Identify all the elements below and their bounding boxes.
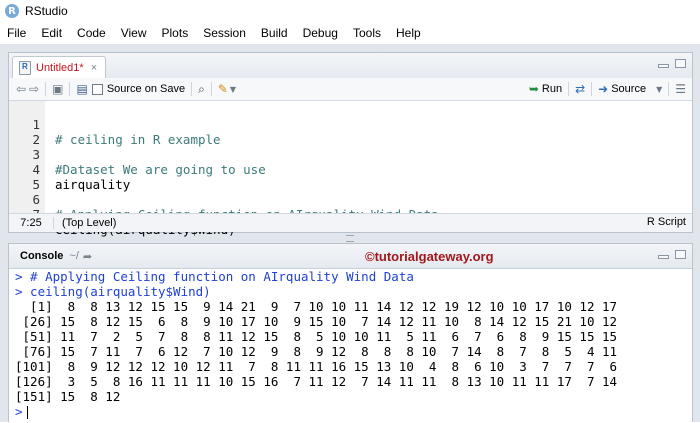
menu-tools[interactable]: Tools — [346, 26, 389, 40]
code-text: #Dataset We are going to use — [55, 162, 266, 177]
forward-arrow-icon[interactable]: ⇨ — [29, 82, 39, 96]
tab-untitled1[interactable]: Untitled1* × — [12, 56, 107, 79]
console-input-line[interactable]: > — [15, 404, 28, 419]
console-output-line: [1] 8 8 13 12 15 15 9 14 21 9 7 10 10 11… — [15, 299, 618, 314]
console-header: Console ~/ ➦ ©tutorialgateway.org — [9, 244, 692, 269]
minimize-pane-icon[interactable] — [658, 64, 669, 68]
source-status-bar: 7:25 (Top Level) R Script — [9, 213, 692, 232]
source-button[interactable]: Source — [611, 83, 646, 95]
code-text: # ceiling in R example — [55, 132, 221, 147]
scope-selector[interactable]: (Top Level) — [54, 217, 116, 229]
search-icon[interactable]: ⌕ — [198, 82, 205, 97]
code-line: 3 #Dataset We are going to use — [9, 132, 265, 177]
working-directory: ~/ — [69, 250, 79, 262]
run-button[interactable]: Run — [542, 83, 562, 95]
toolbar-separator — [45, 82, 47, 96]
rerun-icon[interactable]: ⇄ — [575, 82, 585, 96]
source-arrow-icon: ➜ — [598, 82, 609, 96]
console-output[interactable]: > # Applying Ceiling function on AIrqual… — [9, 269, 692, 423]
console-prompt: > — [15, 404, 23, 419]
menu-bar: File Edit Code View Plots Session Build … — [0, 22, 700, 44]
chevron-down-icon[interactable]: ▼ — [656, 85, 662, 94]
toolbar-right-group: ➥ Run ⇄ ➜ Source ▼ ☰ — [529, 81, 686, 97]
title-bar: R RStudio — [0, 0, 700, 22]
window-title: RStudio — [25, 4, 68, 18]
console-output-line: [126] 3 5 8 16 11 11 11 10 15 16 7 11 12… — [15, 374, 618, 389]
toolbar-separator — [668, 82, 670, 96]
console-output-line: [76] 15 7 11 7 6 12 7 10 12 9 8 9 12 8 8… — [15, 344, 618, 359]
console-command: # Applying Ceiling function on AIrqualit… — [22, 269, 414, 284]
code-line: 2 — [9, 117, 69, 147]
show-in-window-icon[interactable]: ▣ — [52, 82, 63, 96]
toolbar-separator — [591, 82, 593, 96]
pane-window-controls — [658, 250, 686, 259]
console-pane: Console ~/ ➦ ©tutorialgateway.org > # Ap… — [8, 243, 693, 422]
menu-session[interactable]: Session — [196, 26, 254, 40]
maximize-pane-icon[interactable] — [675, 250, 686, 259]
watermark-text: ©tutorialgateway.org — [365, 249, 494, 264]
menu-debug[interactable]: Debug — [296, 26, 346, 40]
toolbar-separator — [568, 82, 570, 96]
code-line: 7 ceiling(airquality$Wind) — [9, 192, 235, 237]
pane-splitter-handle[interactable] — [346, 235, 354, 242]
menu-help[interactable]: Help — [389, 26, 429, 40]
r-file-icon — [19, 61, 31, 75]
code-line: 6 # Applying Ceiling function on AIrqual… — [9, 177, 438, 222]
source-toolbar: ⇦ ⇨ ▣ ▤ Source on Save ⌕ ✎ ▼ ➥ Run ⇄ ➜ S… — [9, 78, 692, 101]
close-icon[interactable]: × — [91, 62, 97, 74]
magic-wand-icon[interactable]: ✎ — [218, 82, 228, 96]
console-prompt: > — [15, 269, 23, 284]
toolbar-separator — [191, 82, 193, 96]
menu-edit[interactable]: Edit — [34, 26, 70, 40]
console-command: ceiling(airquality$Wind) — [22, 284, 211, 299]
outline-icon[interactable]: ☰ — [675, 82, 686, 96]
console-output-line: [101] 8 9 12 12 12 10 12 11 7 8 11 11 16… — [15, 359, 618, 374]
console-title[interactable]: Console — [20, 250, 63, 262]
rstudio-logo-icon: R — [5, 4, 19, 18]
text-caret — [26, 406, 28, 419]
go-to-directory-icon[interactable]: ➦ — [83, 250, 92, 263]
code-line: 5 — [9, 162, 69, 192]
chevron-down-icon[interactable]: ▼ — [230, 85, 236, 94]
toolbar-separator — [210, 82, 212, 96]
toolbar-separator — [69, 82, 71, 96]
save-icon[interactable]: ▤ — [76, 82, 87, 96]
code-line: 4 airquality — [9, 147, 130, 192]
console-prompt: > — [15, 284, 23, 299]
source-tabstrip: Untitled1* × — [9, 53, 692, 79]
maximize-pane-icon[interactable] — [675, 59, 686, 68]
cursor-position: 7:25 — [9, 217, 54, 229]
source-on-save-label: Source on Save — [106, 83, 186, 95]
menu-view[interactable]: View — [114, 26, 155, 40]
pane-window-controls — [658, 59, 686, 68]
tab-label: Untitled1* — [36, 62, 84, 74]
console-line: > ceiling(airquality$Wind) — [15, 284, 211, 299]
console-output-line: [26] 15 8 12 15 6 8 9 10 17 10 9 15 10 7… — [15, 314, 618, 329]
file-type-selector[interactable]: R Script — [647, 216, 686, 228]
console-output-line: [51] 11 7 2 5 7 8 8 11 12 15 8 5 10 10 1… — [15, 329, 618, 344]
menu-plots[interactable]: Plots — [155, 26, 197, 40]
console-line: > # Applying Ceiling function on AIrqual… — [15, 269, 414, 284]
run-arrow-icon: ➥ — [528, 82, 539, 96]
source-on-save-checkbox[interactable] — [91, 83, 103, 95]
menu-build[interactable]: Build — [254, 26, 296, 40]
menu-file[interactable]: File — [0, 26, 34, 40]
source-pane: Untitled1* × ⇦ ⇨ ▣ ▤ Source on Save ⌕ ✎ … — [8, 52, 693, 237]
console-output-line: [151] 15 8 12 — [15, 389, 121, 404]
back-arrow-icon[interactable]: ⇦ — [16, 82, 26, 96]
menu-code[interactable]: Code — [70, 26, 114, 40]
code-editor[interactable]: 1 # ceiling in R example 2 3 #Dataset We… — [9, 101, 692, 237]
main-frame: Untitled1* × ⇦ ⇨ ▣ ▤ Source on Save ⌕ ✎ … — [0, 44, 700, 422]
minimize-pane-icon[interactable] — [658, 255, 669, 259]
code-line: 1 # ceiling in R example — [9, 102, 220, 147]
